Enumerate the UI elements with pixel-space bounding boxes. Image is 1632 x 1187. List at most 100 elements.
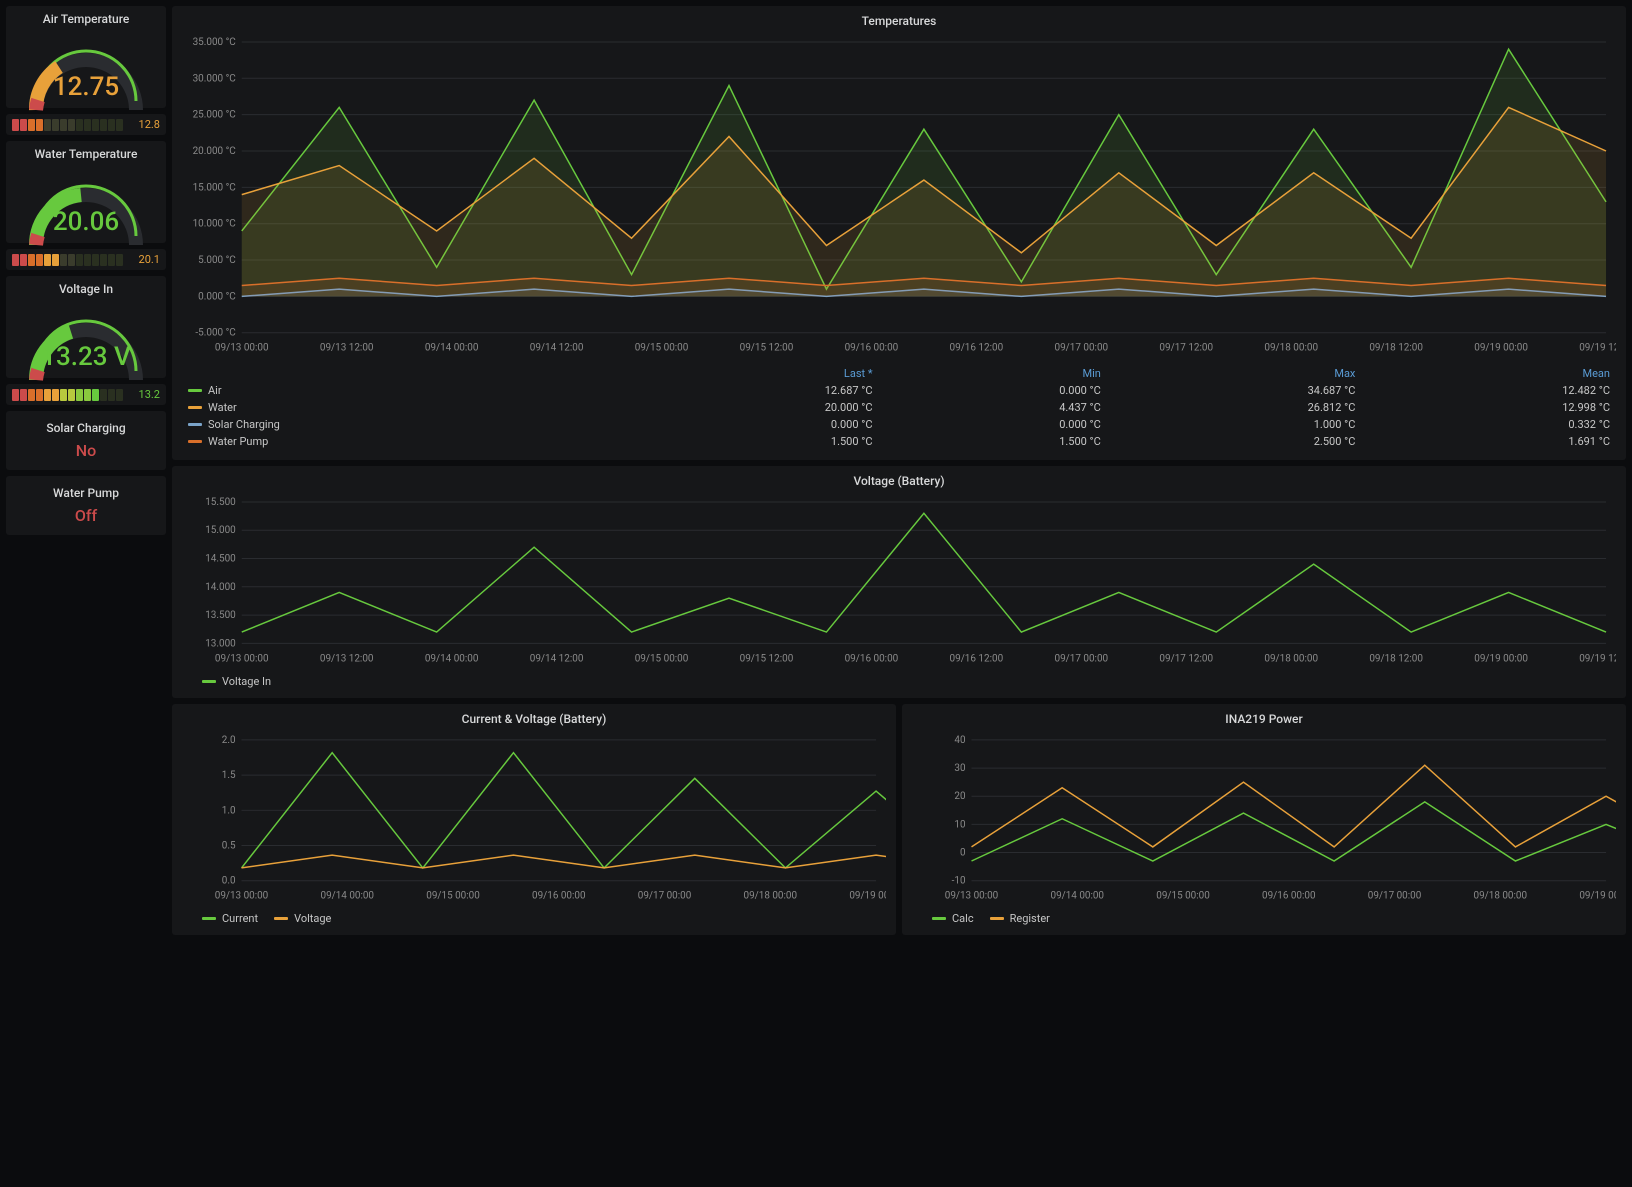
svg-text:09/19 12:00: 09/19 12:00: [1579, 343, 1616, 354]
water-temp-gauge-panel[interactable]: Water Temperature 20.06: [6, 141, 166, 243]
air-temp-gauge: 12.75: [12, 30, 160, 102]
water-temp-bar-label: 20.1: [139, 253, 160, 266]
svg-text:15.000: 15.000: [205, 525, 236, 536]
ina219-power-chart-panel[interactable]: INA219 Power -1001020304009/13 00:0009/1…: [902, 704, 1626, 935]
svg-text:09/17 00:00: 09/17 00:00: [1054, 653, 1108, 664]
air-temp-bar-cells: [12, 119, 133, 131]
svg-text:13.000: 13.000: [205, 638, 236, 649]
current-voltage-legend: Current Voltage: [182, 908, 886, 925]
ina219-power-title: INA219 Power: [912, 712, 1616, 726]
voltage-battery-legend: Voltage In: [182, 671, 1616, 688]
svg-text:14.000: 14.000: [205, 581, 236, 592]
voltage-in-gauge: 13.23 V: [12, 300, 160, 372]
svg-text:09/13 12:00: 09/13 12:00: [320, 653, 374, 664]
svg-text:09/18 00:00: 09/18 00:00: [744, 890, 797, 901]
svg-text:09/17 00:00: 09/17 00:00: [638, 890, 691, 901]
svg-text:09/17 00:00: 09/17 00:00: [1368, 890, 1421, 901]
svg-text:09/15 00:00: 09/15 00:00: [635, 343, 689, 354]
water-temp-bar-cells: [12, 254, 133, 266]
svg-text:09/14 00:00: 09/14 00:00: [425, 653, 479, 664]
svg-text:0.5: 0.5: [222, 840, 236, 851]
water-pump-value: Off: [12, 506, 160, 525]
svg-text:0.0: 0.0: [222, 876, 236, 887]
voltage-battery-chart[interactable]: 13.00013.50014.00014.50015.00015.50009/1…: [182, 492, 1616, 671]
temperatures-chart-panel[interactable]: Temperatures -5.000 °C0.000 °C5.000 °C10…: [172, 6, 1626, 460]
solar-charging-title: Solar Charging: [12, 421, 160, 435]
svg-text:09/17 12:00: 09/17 12:00: [1159, 343, 1213, 354]
svg-text:5.000 °C: 5.000 °C: [198, 255, 236, 266]
svg-text:09/14 00:00: 09/14 00:00: [321, 890, 374, 901]
svg-text:30: 30: [954, 763, 965, 774]
temperatures-title: Temperatures: [182, 14, 1616, 28]
svg-text:2.0: 2.0: [222, 735, 236, 746]
temperatures-chart[interactable]: -5.000 °C0.000 °C5.000 °C10.000 °C15.000…: [182, 32, 1616, 361]
ina219-power-chart[interactable]: -1001020304009/13 00:0009/14 00:0009/15 …: [912, 730, 1616, 908]
svg-text:09/14 00:00: 09/14 00:00: [425, 343, 479, 354]
voltage-in-title: Voltage In: [12, 282, 160, 296]
water-temp-bar-panel[interactable]: 20.1: [6, 249, 166, 270]
air-temp-gauge-panel[interactable]: Air Temperature 12.75: [6, 6, 166, 108]
svg-text:09/15 12:00: 09/15 12:00: [740, 343, 794, 354]
voltage-in-bar-label: 13.2: [139, 388, 160, 401]
svg-text:09/18 00:00: 09/18 00:00: [1474, 890, 1527, 901]
svg-text:09/18 00:00: 09/18 00:00: [1264, 653, 1318, 664]
svg-text:09/13 00:00: 09/13 00:00: [215, 653, 269, 664]
svg-text:09/15 00:00: 09/15 00:00: [1156, 890, 1209, 901]
svg-text:13.500: 13.500: [205, 610, 236, 621]
current-voltage-chart[interactable]: 0.00.51.01.52.009/13 00:0009/14 00:0009/…: [182, 730, 886, 908]
voltage-in-gauge-panel[interactable]: Voltage In 13.23 V: [6, 276, 166, 378]
current-voltage-chart-panel[interactable]: Current & Voltage (Battery) 0.00.51.01.5…: [172, 704, 896, 935]
svg-text:30.000 °C: 30.000 °C: [193, 73, 237, 84]
table-row[interactable]: Water Pump 1.500 °C1.500 °C2.500 °C1.691…: [182, 433, 1616, 450]
air-temp-bar-panel[interactable]: 12.8: [6, 114, 166, 135]
svg-text:20: 20: [954, 791, 965, 802]
svg-text:09/16 00:00: 09/16 00:00: [1262, 890, 1315, 901]
svg-text:0.000 °C: 0.000 °C: [198, 291, 236, 302]
solar-charging-panel[interactable]: Solar Charging No: [6, 411, 166, 470]
svg-text:09/13 00:00: 09/13 00:00: [215, 890, 268, 901]
svg-text:09/17 00:00: 09/17 00:00: [1054, 343, 1108, 354]
air-temp-value: 12.75: [53, 72, 119, 102]
svg-text:09/14 12:00: 09/14 12:00: [530, 653, 584, 664]
svg-text:09/14 00:00: 09/14 00:00: [1051, 890, 1104, 901]
svg-text:40: 40: [954, 735, 965, 746]
current-voltage-title: Current & Voltage (Battery): [182, 712, 886, 726]
svg-text:09/15 00:00: 09/15 00:00: [635, 653, 689, 664]
svg-text:10: 10: [954, 819, 965, 830]
table-row[interactable]: Water 20.000 °C4.437 °C26.812 °C12.998 °…: [182, 399, 1616, 416]
temperatures-stats-table: Last * Min Max Mean Air 12.687 °C0.000 °…: [182, 365, 1616, 450]
svg-text:09/19 00:00: 09/19 00:00: [1474, 653, 1528, 664]
svg-text:09/16 12:00: 09/16 12:00: [950, 653, 1004, 664]
voltage-in-bar-panel[interactable]: 13.2: [6, 384, 166, 405]
water-temp-title: Water Temperature: [12, 147, 160, 161]
svg-text:09/16 00:00: 09/16 00:00: [845, 343, 899, 354]
svg-text:09/13 12:00: 09/13 12:00: [320, 343, 374, 354]
svg-text:09/14 12:00: 09/14 12:00: [530, 343, 584, 354]
svg-text:09/16 00:00: 09/16 00:00: [845, 653, 899, 664]
water-pump-panel[interactable]: Water Pump Off: [6, 476, 166, 535]
water-temp-value: 20.06: [53, 207, 119, 237]
voltage-battery-chart-panel[interactable]: Voltage (Battery) 13.000 13.500 14.000 14.5…: [172, 466, 1626, 698]
svg-text:09/19 00:00: 09/19 00:00: [1474, 343, 1528, 354]
svg-text:1.5: 1.5: [222, 770, 236, 781]
table-row[interactable]: Air 12.687 °C0.000 °C34.687 °C12.482 °C: [182, 382, 1616, 399]
water-temp-gauge: 20.06: [12, 165, 160, 237]
svg-text:09/16 00:00: 09/16 00:00: [532, 890, 585, 901]
table-row[interactable]: Solar Charging 0.000 °C0.000 °C1.000 °C0…: [182, 416, 1616, 433]
svg-text:20.000 °C: 20.000 °C: [193, 146, 237, 157]
voltage-battery-title: Voltage (Battery): [182, 474, 1616, 488]
svg-text:09/18 12:00: 09/18 12:00: [1369, 343, 1423, 354]
svg-text:09/13 00:00: 09/13 00:00: [945, 890, 998, 901]
voltage-in-value: 13.23 V: [41, 342, 131, 372]
svg-text:14.500: 14.500: [205, 553, 236, 564]
voltage-in-bar-cells: [12, 389, 133, 401]
solar-charging-value: No: [12, 441, 160, 460]
svg-text:09/15 12:00: 09/15 12:00: [740, 653, 794, 664]
svg-text:09/16 12:00: 09/16 12:00: [950, 343, 1004, 354]
svg-text:09/18 12:00: 09/18 12:00: [1369, 653, 1423, 664]
svg-text:09/18 00:00: 09/18 00:00: [1264, 343, 1318, 354]
svg-text:09/17 12:00: 09/17 12:00: [1159, 653, 1213, 664]
svg-text:0: 0: [960, 847, 966, 858]
svg-text:09/19 00:00: 09/19 00:00: [849, 890, 886, 901]
svg-text:10.000 °C: 10.000 °C: [193, 219, 237, 230]
